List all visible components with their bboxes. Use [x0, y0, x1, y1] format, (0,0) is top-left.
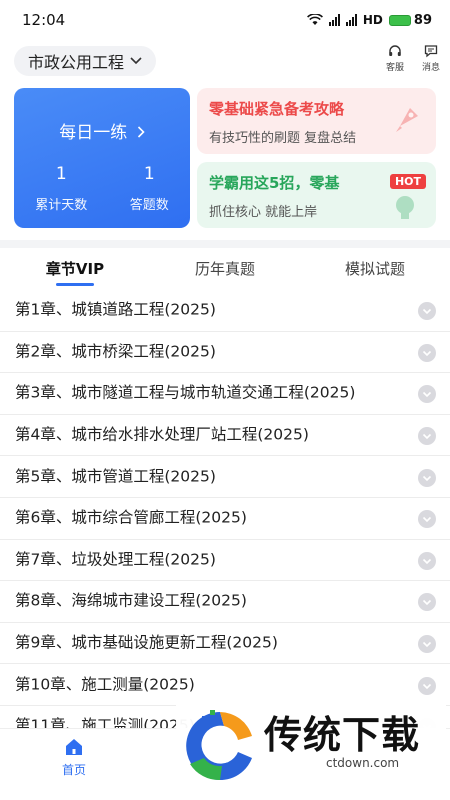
list-item[interactable]: 第5章、城市管道工程(2025): [0, 456, 450, 498]
stat-days-value: 1: [55, 164, 67, 184]
wifi-icon: [306, 14, 323, 25]
stat-answers: 1 答题数: [130, 164, 169, 213]
stat-answers-label: 答题数: [129, 198, 169, 213]
practice-stats: 1 累计天数 1 答题数: [14, 164, 190, 213]
chevron-right-icon: [137, 126, 145, 138]
list-item[interactable]: 第4章、城市给水排水处理厂站工程(2025): [0, 415, 450, 457]
nav-home-label: 首页: [61, 763, 86, 777]
subject-label: 市政公用工程: [28, 53, 125, 72]
messages-button[interactable]: 消息: [422, 44, 440, 73]
daily-practice-card[interactable]: 每日一练 1 累计天数 1 答题数: [14, 88, 190, 228]
chapter-title: 第1章、城镇道路工程(2025): [15, 300, 216, 319]
list-item[interactable]: 第3章、城市隧道工程与城市轨道交通工程(2025): [0, 373, 450, 415]
status-time: 12:04: [22, 11, 66, 29]
category-tabs: 章节VIP 历年真题 模拟试题: [0, 250, 450, 288]
top-actions: 客服 消息: [386, 44, 440, 73]
status-bar: 12:04 HD 89: [0, 0, 450, 40]
stat-days: 1 累计天数: [35, 164, 87, 213]
tab-mock-exams[interactable]: 模拟试题: [340, 258, 410, 279]
nav-home[interactable]: 首页: [48, 737, 100, 778]
top-bar: 市政公用工程 客服 消息: [0, 44, 450, 78]
list-item[interactable]: 第7章、垃圾处理工程(2025): [0, 540, 450, 582]
chevron-down-icon[interactable]: [418, 302, 436, 321]
subject-selector[interactable]: 市政公用工程: [14, 46, 157, 76]
chevron-down-icon[interactable]: [418, 593, 436, 612]
chevron-down-icon: [130, 57, 142, 65]
chapter-title: 第2章、城市桥梁工程(2025): [15, 342, 216, 361]
chevron-down-icon[interactable]: [418, 676, 436, 695]
customer-service-button[interactable]: 客服: [386, 44, 404, 73]
battery-level: 89: [413, 12, 432, 28]
chapter-title: 第10章、施工测量(2025): [15, 675, 195, 694]
network-label: HD: [362, 13, 383, 27]
daily-practice-label: 每日一练: [59, 123, 128, 143]
chapter-title: 第8章、海绵城市建设工程(2025): [15, 591, 247, 610]
chapter-title: 第6章、城市综合管廊工程(2025): [15, 508, 247, 527]
chapter-title: 第4章、城市给水排水处理厂站工程(2025): [15, 425, 309, 444]
battery-indicator: 89: [388, 12, 432, 28]
chapter-title: 第3章、城市隧道工程与城市轨道交通工程(2025): [15, 383, 356, 402]
list-item[interactable]: 第8章、海绵城市建设工程(2025): [0, 581, 450, 623]
promo-card-strategy[interactable]: 零基础紧急备考攻略 有技巧性的刷题 复盘总结: [197, 88, 436, 154]
promo-card-tips[interactable]: 学霸用这5招，零基 抓住核心 就能上岸 HOT: [197, 162, 436, 228]
section-divider: [0, 240, 450, 248]
chevron-down-icon[interactable]: [418, 343, 436, 362]
tab-chapter-vip[interactable]: 章节VIP: [44, 258, 106, 279]
chevron-down-icon[interactable]: [418, 551, 436, 570]
hot-badge: HOT: [389, 174, 426, 189]
service-label: 客服: [385, 63, 404, 73]
rocket-icon: [396, 108, 418, 132]
daily-practice-title: 每日一练: [14, 118, 190, 143]
chapter-title: 第5章、城市管道工程(2025): [15, 467, 216, 486]
watermark-url: ctdown.com: [326, 756, 400, 770]
chevron-down-icon[interactable]: [418, 468, 436, 487]
tab-past-exams[interactable]: 历年真题: [190, 258, 260, 279]
chapter-title: 第9章、城市基础设施更新工程(2025): [15, 633, 278, 652]
signal-icon-2: [345, 14, 357, 26]
chevron-down-icon[interactable]: [418, 510, 436, 529]
list-item[interactable]: 第2章、城市桥梁工程(2025): [0, 332, 450, 374]
chapter-list: 第1章、城镇道路工程(2025) 第2章、城市桥梁工程(2025) 第3章、城市…: [0, 290, 450, 748]
list-item[interactable]: 第9章、城市基础设施更新工程(2025): [0, 623, 450, 665]
messages-label: 消息: [421, 63, 440, 73]
home-icon: [66, 739, 82, 755]
signal-icon: [328, 14, 340, 26]
watermark-brand: 传统下载: [264, 713, 421, 757]
watermark: 传统下载 ctdown.com: [176, 700, 446, 792]
chevron-down-icon[interactable]: [418, 635, 436, 654]
list-item[interactable]: 第1章、城镇道路工程(2025): [0, 290, 450, 332]
chevron-down-icon[interactable]: [418, 427, 436, 446]
battery-icon: [388, 14, 411, 26]
stat-days-label: 累计天数: [35, 198, 88, 213]
watermark-logo-icon: [186, 710, 252, 781]
chapter-title: 第7章、垃圾处理工程(2025): [15, 550, 216, 569]
stat-answers-value: 1: [143, 164, 155, 184]
chevron-down-icon[interactable]: [418, 385, 436, 404]
lightbulb-icon: [396, 196, 414, 219]
status-icons: HD 89: [306, 12, 432, 28]
message-icon: [424, 45, 438, 58]
headset-icon: [389, 45, 401, 56]
active-tab-indicator: [56, 283, 94, 286]
list-item[interactable]: 第6章、城市综合管廊工程(2025): [0, 498, 450, 540]
